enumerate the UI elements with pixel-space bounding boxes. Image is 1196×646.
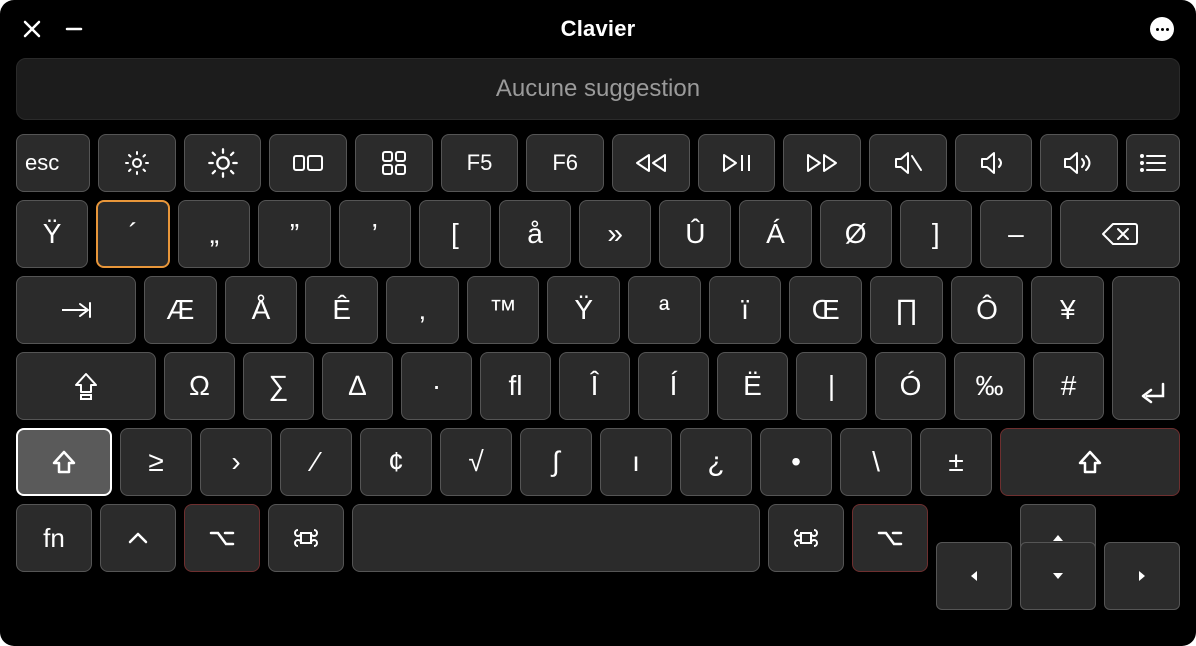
suggestion-text: Aucune suggestion [496,75,700,103]
key-fn[interactable]: fn [16,504,92,572]
key-arrow-right[interactable] [1104,542,1180,610]
key-fast-forward[interactable] [783,134,861,192]
key-a-acute[interactable]: Á [739,200,811,268]
key-right-double-quote[interactable]: ” [258,200,330,268]
key-control[interactable] [100,504,176,572]
key-command-left[interactable] [268,504,344,572]
key-brightness-down[interactable] [98,134,176,192]
key-backspace[interactable] [1060,200,1180,268]
key-launchpad[interactable] [355,134,433,192]
key-e-diaeresis[interactable]: Ë [717,352,788,420]
key-bullet[interactable]: • [760,428,832,496]
key-option-right[interactable] [852,504,928,572]
key-dotless-i[interactable]: ı [600,428,672,496]
key-shift-left[interactable] [16,428,112,496]
key-sigma-sum[interactable]: ∑ [243,352,314,420]
suggestion-bar: Aucune suggestion [16,58,1180,120]
key-acute-accent[interactable]: ´ [96,200,170,268]
window-title: Clavier [561,16,636,42]
key-option-left[interactable] [184,504,260,572]
key-fraction-slash[interactable]: ⁄ [280,428,352,496]
key-o-acute[interactable]: Ó [875,352,946,420]
key-en-dash[interactable]: – [980,200,1052,268]
key-e-circumflex[interactable]: Ê [305,276,378,344]
key-plus-minus[interactable]: ± [920,428,992,496]
key-right-single-quote[interactable]: ’ [339,200,411,268]
key-y-diaeresis[interactable]: Ÿ [16,200,88,268]
keyboard-viewer-window: Clavier Aucune suggestion esc F5 [0,0,1196,646]
arrow-key-cluster [936,504,1180,572]
key-brightness-up[interactable] [184,134,262,192]
key-play-pause[interactable] [698,134,776,192]
key-vertical-bar[interactable]: | [796,352,867,420]
key-volume-up[interactable] [1040,134,1118,192]
key-u-circumflex[interactable]: Û [659,200,731,268]
key-command-right[interactable] [768,504,844,572]
key-trademark[interactable]: ™ [467,276,540,344]
key-inverted-question[interactable]: ¿ [680,428,752,496]
key-arrow-left[interactable] [936,542,1012,610]
key-feminine-ordinal[interactable]: ª [628,276,701,344]
key-pi-product[interactable]: ∏ [870,276,943,344]
key-mute[interactable] [869,134,947,192]
minimize-button[interactable] [64,19,84,39]
row-numbers: Ÿ ´ „ ” ’ [ å » Û Á Ø ] – [16,200,1180,268]
key-cent[interactable]: ¢ [360,428,432,496]
key-tab[interactable] [16,276,136,344]
key-double-low-quote[interactable]: „ [178,200,250,268]
key-i-diaeresis[interactable]: ï [709,276,782,344]
key-yen[interactable]: ¥ [1031,276,1104,344]
key-greater-equal[interactable]: ≥ [120,428,192,496]
key-left-bracket[interactable]: [ [419,200,491,268]
key-esc[interactable]: esc [16,134,90,192]
key-hash[interactable]: # [1033,352,1104,420]
key-return[interactable] [1112,276,1180,420]
key-space[interactable] [352,504,760,572]
key-shift-right[interactable] [1000,428,1180,496]
key-delta[interactable]: ∆ [322,352,393,420]
key-caps-lock[interactable] [16,352,156,420]
key-volume-down[interactable] [955,134,1033,192]
key-f5[interactable]: F5 [441,134,519,192]
key-omega[interactable]: Ω [164,352,235,420]
key-o-stroke[interactable]: Ø [820,200,892,268]
row-qwerty-top: Æ Å Ê ‚ ™ Ÿ ª ï Œ ∏ Ô ¥ [16,276,1180,344]
key-arrow-down[interactable] [1020,542,1096,610]
key-fl-ligature[interactable]: ﬂ [480,352,551,420]
key-square-root[interactable]: √ [440,428,512,496]
key-y-diaeresis-2[interactable]: Ÿ [547,276,620,344]
row-qwerty-bottom: ≥ › ⁄ ¢ √ ∫ ı ¿ • \ ± [16,428,1180,496]
key-single-guillemet-right[interactable]: › [200,428,272,496]
key-mission-control[interactable] [269,134,347,192]
key-backslash[interactable]: \ [840,428,912,496]
key-per-mille[interactable]: ‰ [954,352,1025,420]
more-options-button[interactable] [1150,17,1174,41]
key-a-ring[interactable]: å [499,200,571,268]
titlebar: Clavier [16,14,1180,44]
row-modifiers: fn [16,504,1180,572]
key-o-circumflex[interactable]: Ô [951,276,1024,344]
key-single-low-quote[interactable]: ‚ [386,276,459,344]
key-right-bracket[interactable]: ] [900,200,972,268]
key-i-acute[interactable]: Í [638,352,709,420]
key-list-menu[interactable] [1126,134,1180,192]
key-middle-dot[interactable]: · [401,352,472,420]
key-a-ring-upper[interactable]: Å [225,276,298,344]
function-row: esc F5 F6 [16,134,1180,192]
row-qwerty-home: Ω ∑ ∆ · ﬂ Î Í Ë | Ó ‰ # [16,352,1180,420]
key-f6[interactable]: F6 [526,134,604,192]
key-rewind[interactable] [612,134,690,192]
key-guillemet-right[interactable]: » [579,200,651,268]
key-integral[interactable]: ∫ [520,428,592,496]
key-ae[interactable]: Æ [144,276,217,344]
key-oe[interactable]: Œ [789,276,862,344]
key-i-circumflex[interactable]: Î [559,352,630,420]
close-button[interactable] [22,19,42,39]
